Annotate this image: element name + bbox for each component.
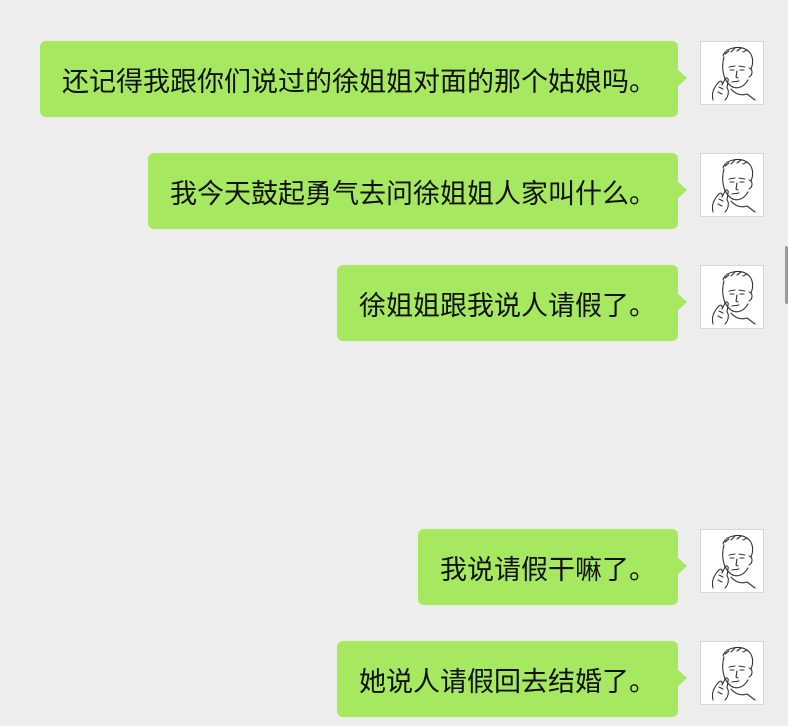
message-row: 我说请假干嘛了。: [0, 529, 788, 605]
sketch-man-portrait-icon: [711, 647, 756, 701]
avatar[interactable]: [700, 529, 764, 593]
message-text: 徐姐姐跟我说人请假了。: [359, 290, 656, 322]
sketch-man-portrait-icon: [711, 159, 756, 213]
message-row: 我今天鼓起勇气去问徐姐姐人家叫什么。: [0, 153, 788, 229]
message-text: 我今天鼓起勇气去问徐姐姐人家叫什么。: [170, 178, 656, 210]
avatar[interactable]: [700, 641, 764, 705]
avatar[interactable]: [700, 41, 764, 105]
message-text: 我说请假干嘛了。: [440, 554, 656, 586]
message-row: 还记得我跟你们说过的徐姐姐对面的那个姑娘吗。: [0, 41, 788, 117]
message-text: 她说人请假回去结婚了。: [359, 666, 656, 698]
message-bubble[interactable]: 她说人请假回去结婚了。: [337, 641, 687, 717]
message-row: 徐姐姐跟我说人请假了。: [0, 265, 788, 341]
avatar[interactable]: [700, 153, 764, 217]
message-bubble[interactable]: 徐姐姐跟我说人请假了。: [337, 265, 687, 341]
sketch-man-portrait-icon: [711, 271, 756, 325]
message-bubble[interactable]: 我说请假干嘛了。: [418, 529, 687, 605]
message-bubble[interactable]: 还记得我跟你们说过的徐姐姐对面的那个姑娘吗。: [40, 41, 687, 117]
message-bubble[interactable]: 我今天鼓起勇气去问徐姐姐人家叫什么。: [148, 153, 687, 229]
avatar[interactable]: [700, 265, 764, 329]
sketch-man-portrait-icon: [711, 535, 756, 589]
message-text: 还记得我跟你们说过的徐姐姐对面的那个姑娘吗。: [62, 66, 656, 98]
message-row: 她说人请假回去结婚了。: [0, 641, 788, 717]
sketch-man-portrait-icon: [711, 47, 756, 101]
